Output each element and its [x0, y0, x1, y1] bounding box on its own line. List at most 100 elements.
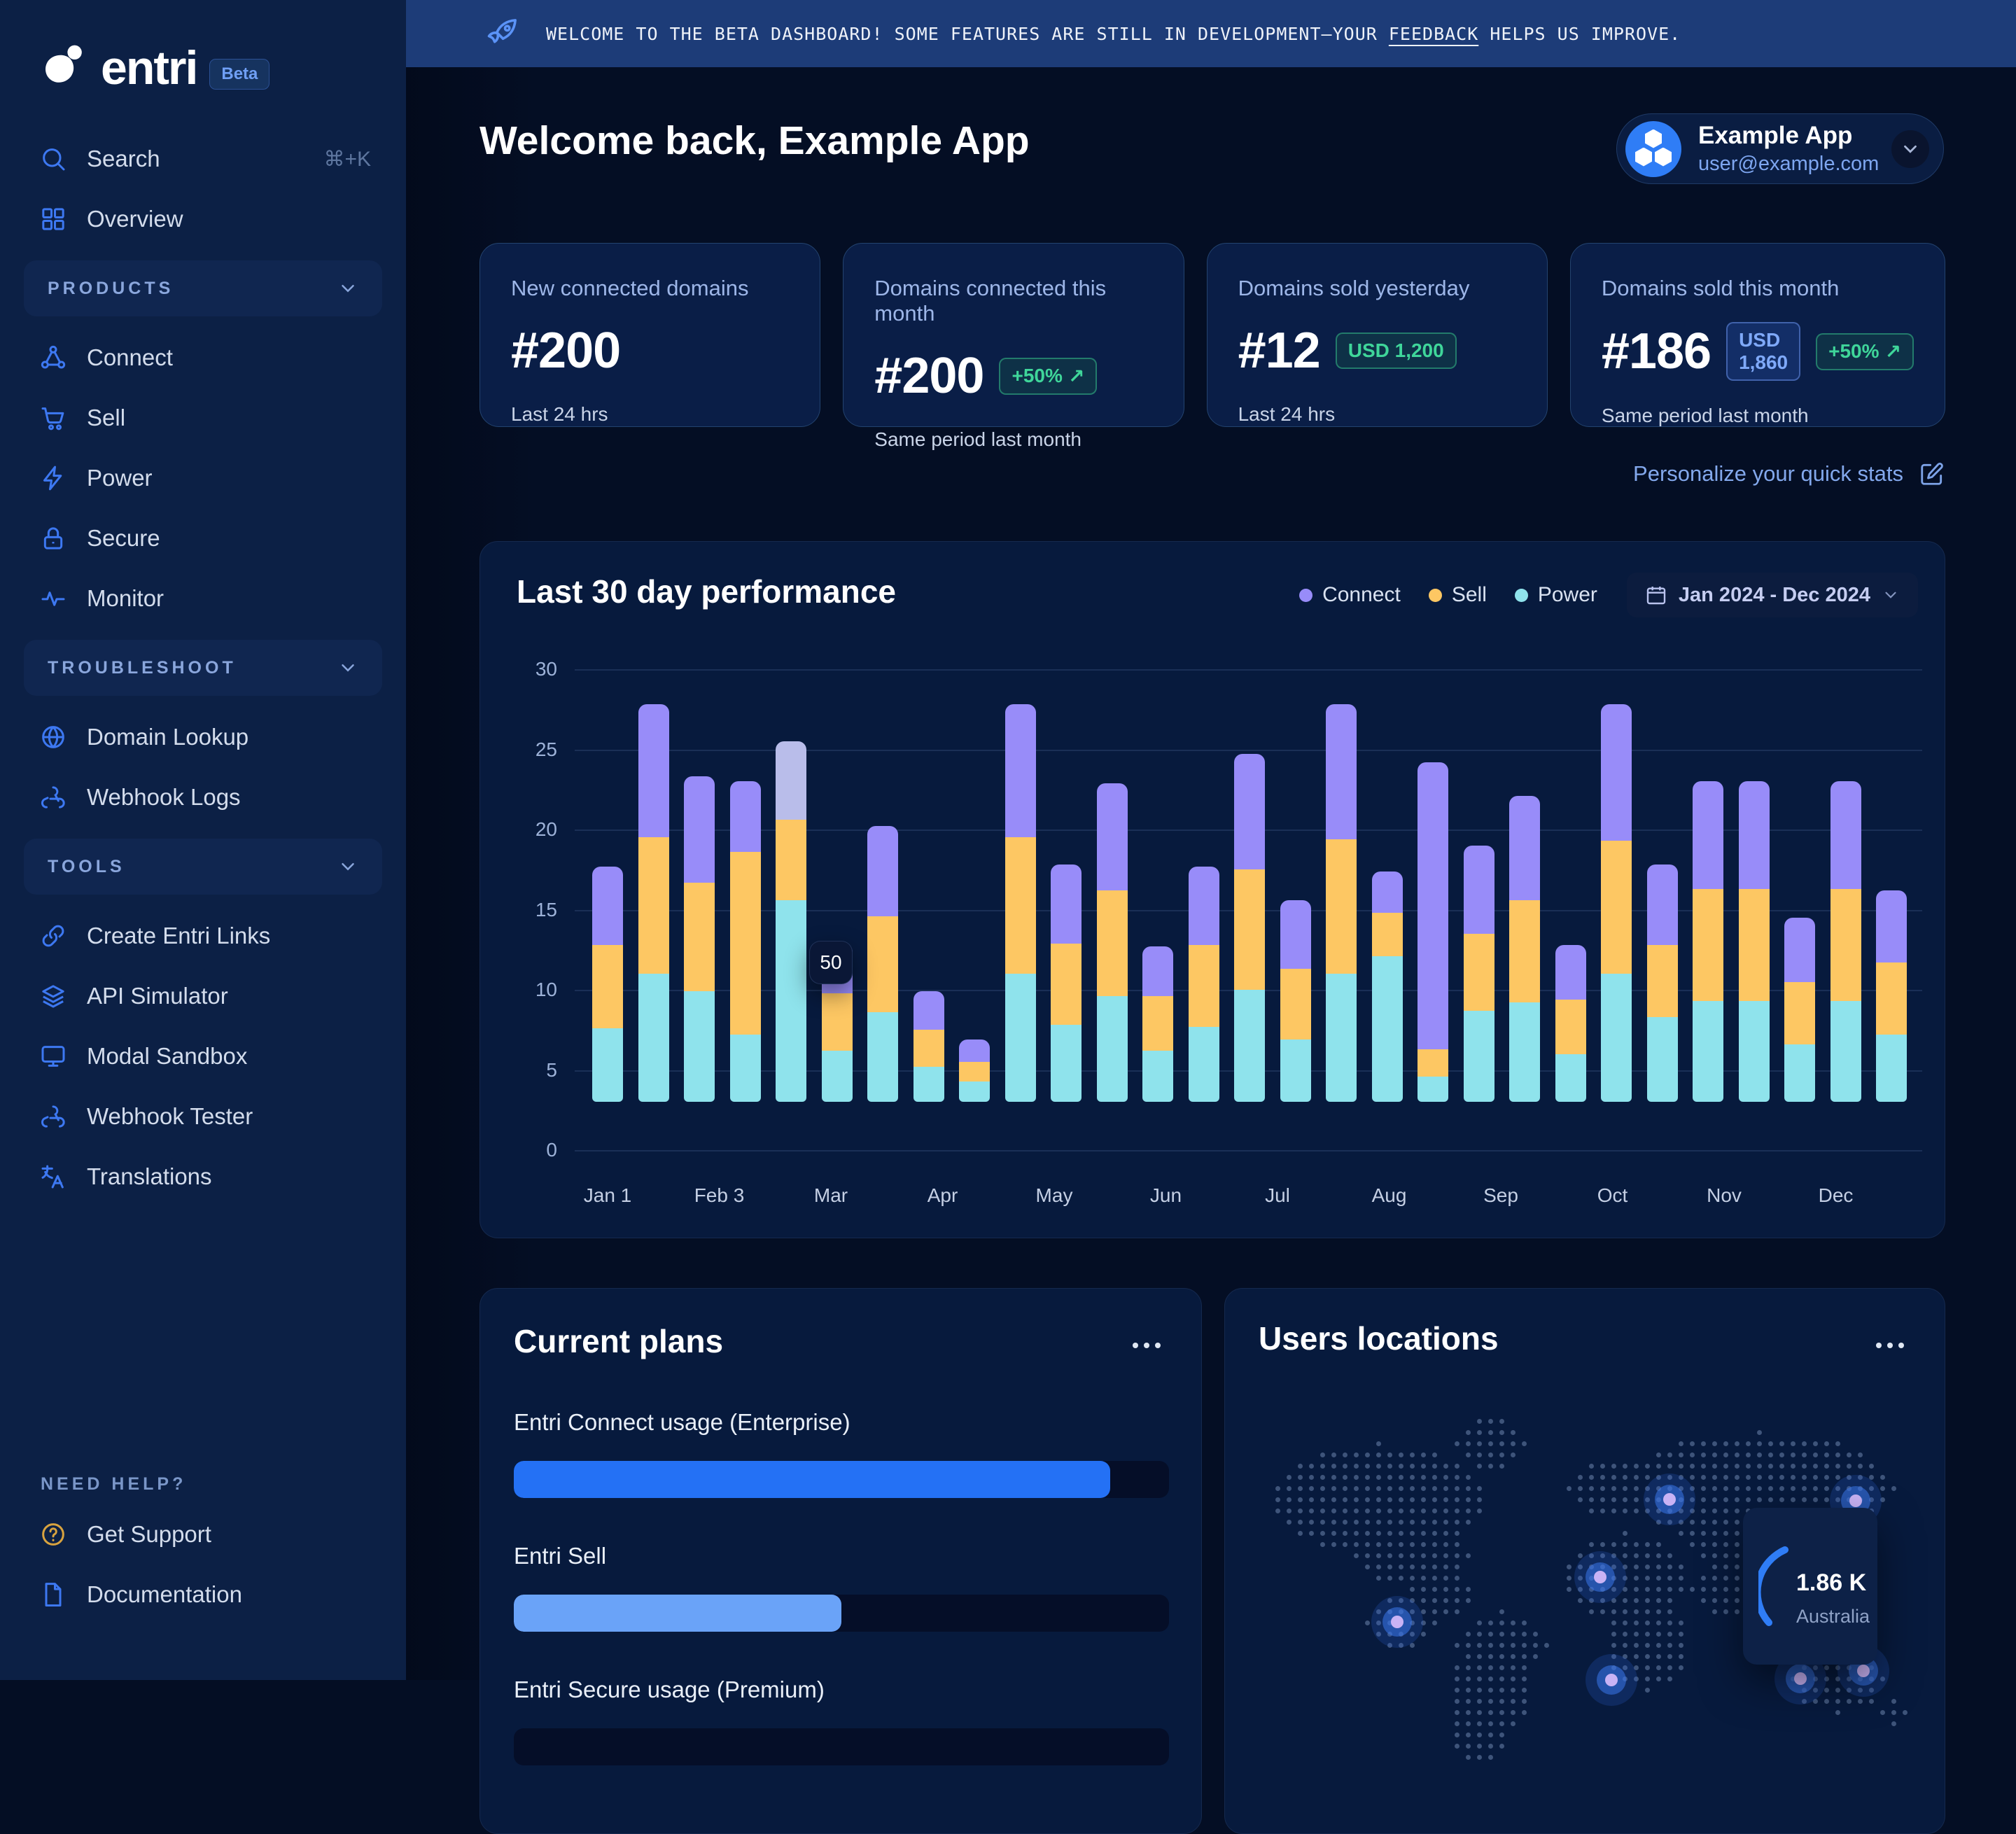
map-marker-south-america[interactable] — [1586, 1654, 1637, 1706]
map-dot — [1298, 1497, 1303, 1502]
chart-bar[interactable] — [592, 867, 623, 1102]
chevron-down-icon[interactable] — [1891, 130, 1929, 168]
sidebar-search[interactable]: Search ⌘+K — [24, 139, 382, 179]
map-tooltip-value: 1.86 K — [1796, 1569, 1866, 1597]
section-products[interactable]: PRODUCTS — [24, 260, 382, 316]
plan-progress-track — [514, 1461, 1169, 1498]
map-dot — [1331, 1520, 1336, 1525]
chart-bar[interactable] — [959, 1040, 990, 1102]
map-dot — [1499, 1632, 1504, 1637]
chart-bar[interactable] — [1739, 781, 1770, 1102]
map-dot — [1690, 1452, 1695, 1457]
map-dot — [1723, 1531, 1728, 1536]
lock-icon — [39, 524, 67, 552]
sidebar-item-domain-lookup[interactable]: Domain Lookup — [24, 717, 382, 757]
map-dot — [1634, 1654, 1639, 1659]
sidebar-item-modal-sandbox[interactable]: Modal Sandbox — [24, 1036, 382, 1077]
sidebar-item-power[interactable]: Power — [24, 458, 382, 498]
sidebar-item-webhook-tester[interactable]: Webhook Tester — [24, 1096, 382, 1137]
chart-bar[interactable] — [1326, 704, 1357, 1102]
map-dot — [1443, 1486, 1448, 1491]
map-dot — [1511, 1632, 1516, 1637]
sidebar-item-translations[interactable]: Translations — [24, 1156, 382, 1197]
map-dot — [1511, 1452, 1516, 1457]
chart-bar[interactable] — [1601, 704, 1632, 1102]
map-dot — [1466, 1721, 1471, 1726]
chart-bar[interactable] — [1189, 867, 1219, 1102]
more-menu-button[interactable] — [1869, 1335, 1911, 1356]
sidebar-item-create-entri-links[interactable]: Create Entri Links — [24, 916, 382, 956]
chart-bar[interactable] — [730, 781, 761, 1102]
chart-bar[interactable] — [1876, 890, 1907, 1102]
map-dot — [1645, 1632, 1650, 1637]
chart-bar[interactable] — [638, 704, 669, 1102]
map-dot — [1645, 1688, 1650, 1693]
sidebar-item-connect[interactable]: Connect — [24, 337, 382, 378]
map-dot — [1757, 1430, 1762, 1435]
section-troubleshoot[interactable]: TROUBLESHOOT — [24, 640, 382, 696]
sidebar-item-overview[interactable]: Overview — [24, 199, 382, 239]
map-dot — [1667, 1452, 1672, 1457]
map-dot — [1835, 1688, 1840, 1693]
section-tools[interactable]: TOOLS — [24, 839, 382, 895]
chart-bar[interactable] — [1830, 781, 1861, 1102]
chart-bar[interactable] — [1693, 781, 1723, 1102]
map-dot — [1466, 1441, 1471, 1446]
map-marker-europe[interactable] — [1644, 1474, 1695, 1525]
sidebar-item-monitor[interactable]: Monitor — [24, 578, 382, 619]
map-marker-middle-east[interactable] — [1574, 1551, 1626, 1603]
chart-bar[interactable] — [913, 991, 944, 1102]
sidebar-item-api-simulator[interactable]: API Simulator — [24, 976, 382, 1016]
date-range-selector[interactable]: Jan 2024 - Dec 2024 — [1627, 573, 1918, 617]
sidebar-item-documentation[interactable]: Documentation — [24, 1574, 382, 1615]
map-dot — [1455, 1464, 1460, 1469]
chart-bar[interactable] — [1142, 946, 1173, 1102]
chart-bar[interactable] — [867, 826, 898, 1102]
map-dot — [1522, 1632, 1527, 1637]
map-dot — [1656, 1553, 1661, 1558]
more-menu-button[interactable] — [1126, 1335, 1168, 1356]
feedback-link[interactable]: FEEDBACK — [1389, 24, 1478, 44]
map-dot — [1634, 1620, 1639, 1625]
question-icon — [39, 1520, 67, 1548]
sidebar-item-label: Webhook Tester — [87, 1103, 253, 1130]
chart-bar[interactable] — [776, 741, 806, 1102]
chart-bar[interactable] — [1372, 872, 1403, 1102]
map-dot — [1701, 1531, 1706, 1536]
map-dot — [1387, 1564, 1392, 1569]
chart-bar[interactable] — [1509, 796, 1540, 1102]
map-dot — [1679, 1531, 1684, 1536]
chart-bar[interactable] — [1005, 704, 1036, 1102]
personalize-quick-stats-button[interactable]: Personalize your quick stats — [479, 461, 1945, 487]
map-dot — [1399, 1475, 1404, 1480]
map-dot — [1623, 1598, 1628, 1603]
map-dot — [1679, 1464, 1684, 1469]
map-dot — [1533, 1643, 1538, 1648]
sidebar-item-sell[interactable]: Sell — [24, 398, 382, 438]
chart-bar[interactable] — [1234, 754, 1265, 1102]
chart-bar[interactable] — [1418, 762, 1448, 1102]
map-dot — [1712, 1609, 1717, 1614]
sidebar-item-secure[interactable]: Secure — [24, 518, 382, 559]
map-marker-north-america[interactable] — [1371, 1596, 1423, 1648]
chart-bar[interactable] — [1555, 945, 1586, 1102]
chart-bar[interactable] — [1464, 846, 1494, 1102]
map-dot — [1376, 1441, 1381, 1446]
map-dot — [1320, 1531, 1325, 1536]
help-block: NEED HELP? Get SupportDocumentation — [24, 1474, 382, 1634]
map-dot — [1723, 1486, 1728, 1491]
user-menu[interactable]: Example App user@example.com — [1616, 113, 1944, 184]
chart-bar[interactable] — [1051, 864, 1082, 1102]
sidebar-item-webhook-logs[interactable]: Webhook Logs — [24, 777, 382, 818]
chart-bar[interactable] — [684, 776, 715, 1102]
chart-bar[interactable] — [1647, 864, 1678, 1102]
chart-bar[interactable] — [1097, 783, 1128, 1102]
map-dot — [1309, 1508, 1314, 1513]
map-dot — [1891, 1699, 1896, 1704]
plan-progress-track — [514, 1728, 1169, 1765]
map-dot — [1511, 1620, 1516, 1625]
sidebar-item-get-support[interactable]: Get Support — [24, 1514, 382, 1555]
chart-bar[interactable] — [1784, 918, 1815, 1102]
map-dot — [1735, 1497, 1740, 1502]
chart-bar[interactable] — [1280, 900, 1311, 1102]
